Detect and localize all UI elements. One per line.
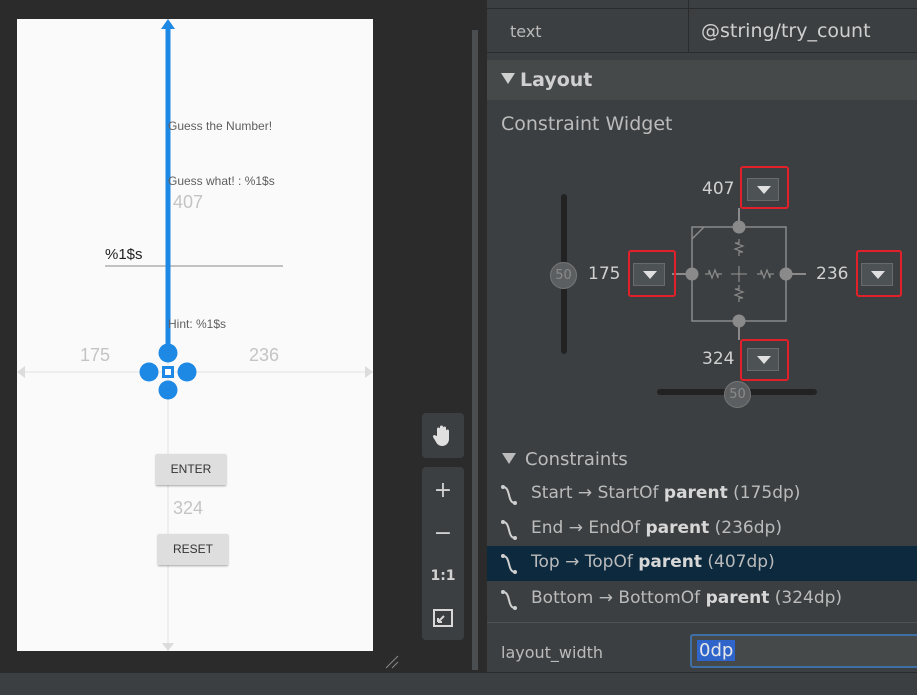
constraint-row-top[interactable]: Top → TopOf parent (407dp) xyxy=(487,546,917,581)
enter-button[interactable]: ENTER xyxy=(156,454,226,485)
end-anchor xyxy=(177,362,197,382)
pan-toolbar xyxy=(422,413,464,458)
widget-start-handle xyxy=(685,267,699,281)
constraints-section-title: Constraints xyxy=(525,449,628,470)
left-guide-arrow xyxy=(17,366,25,378)
constraint-widget-title: Constraint Widget xyxy=(501,113,673,135)
vertical-scrollbar[interactable] xyxy=(472,30,478,670)
start-anchor xyxy=(139,362,159,382)
bottom-dropdown-highlight xyxy=(740,339,789,381)
design-surface[interactable]: Guess the Number! Guess what! : %1$s 407… xyxy=(0,0,478,672)
actual-size-button[interactable]: 1:1 xyxy=(422,558,464,594)
collapse-triangle-icon xyxy=(502,453,516,464)
start-dropdown-highlight xyxy=(628,250,676,297)
right-guide-arrow xyxy=(365,366,373,378)
top-dropdown-highlight xyxy=(740,166,789,209)
constraint-text: Start → StartOf parent (175dp) xyxy=(531,483,801,503)
constraint-text: Top → TopOf parent (407dp) xyxy=(531,552,775,572)
bottom-margin-label: 324 xyxy=(173,498,204,518)
horizontal-bias-knob[interactable]: 50 xyxy=(724,381,751,408)
text-attr-name: text xyxy=(510,22,542,41)
widget-top-handle xyxy=(732,220,746,234)
resize-grip-icon[interactable] xyxy=(384,655,400,669)
constraint-icon xyxy=(501,520,517,540)
layout-width-input[interactable]: 0dp xyxy=(690,634,917,668)
status-bar xyxy=(0,672,917,695)
text-attr-value[interactable]: @string/try_count xyxy=(701,20,871,42)
phone-preview[interactable]: Guess the Number! Guess what! : %1$s 407… xyxy=(17,19,373,651)
vertical-bias-knob[interactable]: 50 xyxy=(550,262,577,289)
layout-section-title: Layout xyxy=(520,69,593,91)
layout-width-label: layout_width xyxy=(501,643,604,662)
collapse-triangle-icon xyxy=(501,73,515,84)
constraint-text: Bottom → BottomOf parent (324dp) xyxy=(531,588,843,608)
end-margin-value: 236 xyxy=(816,264,849,284)
constraint-icon xyxy=(501,554,517,574)
zoom-toolbar: + − 1:1 xyxy=(422,467,464,640)
reset-button[interactable]: RESET xyxy=(158,534,228,565)
constraint-icon xyxy=(501,590,517,610)
zoom-in-button[interactable]: + xyxy=(422,473,464,509)
constraint-row-start[interactable]: Start → StartOf parent (175dp) xyxy=(487,477,917,512)
bottom-anchor xyxy=(158,380,178,400)
attributes-panel: text @string/try_count Layout Constraint… xyxy=(487,0,917,672)
fit-screen-icon[interactable] xyxy=(422,600,464,636)
bottom-margin-value: 324 xyxy=(702,349,735,369)
widget-end-handle xyxy=(779,267,793,281)
constraint-row-end[interactable]: End → EndOf parent (236dp) xyxy=(487,512,917,547)
zoom-out-button[interactable]: − xyxy=(422,516,464,552)
bottom-guide-arrow xyxy=(162,643,174,651)
end-dropdown-highlight xyxy=(856,250,902,297)
constraints-section-header[interactable]: Constraints xyxy=(487,446,917,474)
top-constraint-arrowhead xyxy=(161,19,175,29)
constraint-icon xyxy=(501,485,517,505)
start-margin-value: 175 xyxy=(588,264,621,284)
hint-text[interactable]: Hint: %1$s xyxy=(168,317,226,331)
hand-icon[interactable] xyxy=(422,417,464,453)
top-margin-label: 407 xyxy=(173,192,204,212)
start-margin-label: 175 xyxy=(80,345,111,365)
title-text[interactable]: Guess the Number! xyxy=(168,119,272,133)
guess-text[interactable]: Guess what! : %1$s xyxy=(168,174,275,188)
layout-width-value: 0dp xyxy=(697,640,736,661)
top-margin-value: 407 xyxy=(702,179,735,199)
constraint-row-bottom[interactable]: Bottom → BottomOf parent (324dp) xyxy=(487,582,917,617)
layout-section-header[interactable]: Layout xyxy=(487,60,917,100)
constraint-text: End → EndOf parent (236dp) xyxy=(531,518,782,538)
top-anchor xyxy=(158,343,178,363)
edit-text-field[interactable]: %1$s xyxy=(105,246,143,263)
widget-bottom-handle xyxy=(732,314,746,328)
end-margin-label: 236 xyxy=(249,345,280,365)
